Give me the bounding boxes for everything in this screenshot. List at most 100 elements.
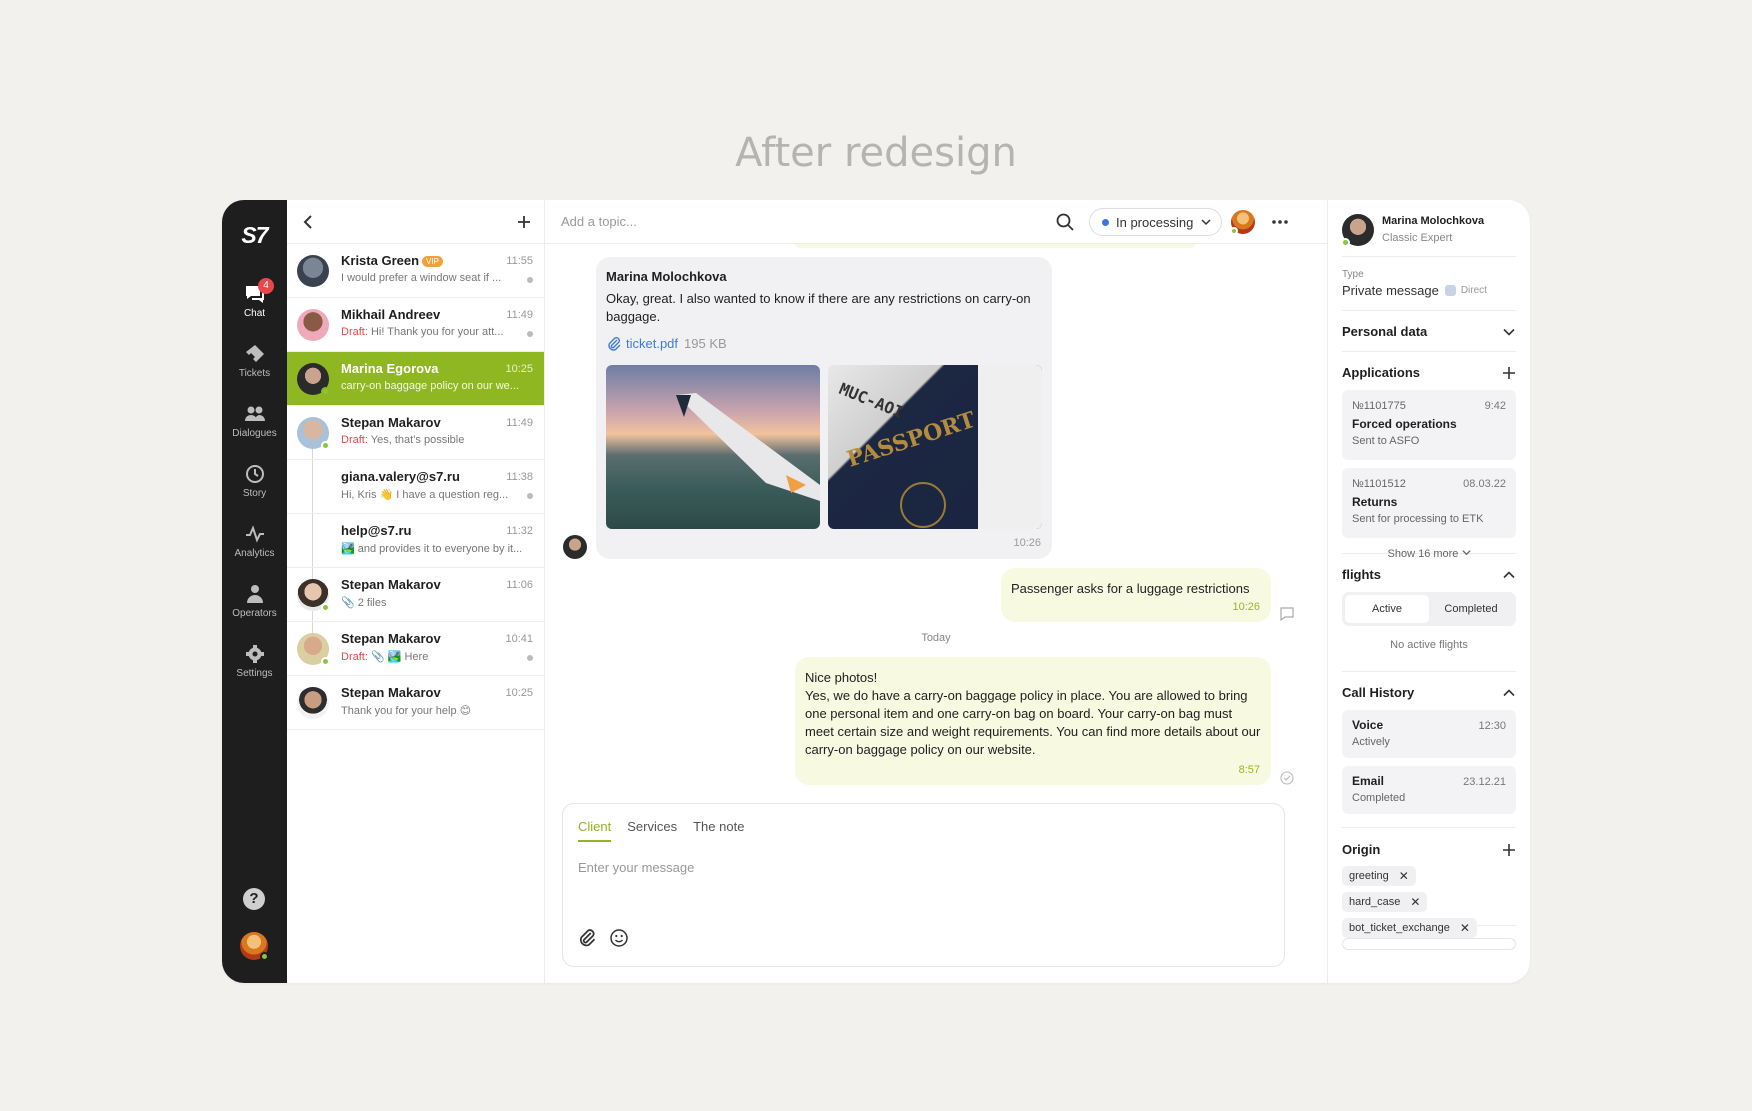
avatar bbox=[297, 363, 330, 396]
nav-item-operators[interactable]: Operators bbox=[222, 584, 287, 619]
flights-toggle: Active Completed bbox=[1342, 592, 1516, 626]
contact-name: Mikhail Andreev bbox=[341, 307, 441, 322]
chevron-down-icon bbox=[1461, 550, 1471, 556]
online-indicator bbox=[321, 603, 330, 612]
chevron-up-icon[interactable] bbox=[1502, 686, 1516, 700]
message-time: 10:25 bbox=[505, 363, 533, 375]
tab-note[interactable]: The note bbox=[693, 819, 744, 842]
section-title: Personal data bbox=[1342, 324, 1428, 339]
tab-client[interactable]: Client bbox=[578, 819, 612, 842]
nav-item-story[interactable]: Story bbox=[222, 464, 287, 499]
application-card[interactable]: №1101775 9:42 Forced operations Sent to … bbox=[1342, 390, 1516, 460]
message-text: Yes, we do have a carry-on baggage polic… bbox=[805, 688, 1261, 757]
contact-avatar bbox=[1341, 214, 1374, 247]
call-status: Actively bbox=[1352, 736, 1390, 748]
nav-item-settings[interactable]: Settings bbox=[222, 644, 287, 679]
contact-header: Marina Molochkova Classic Expert bbox=[1341, 200, 1516, 257]
avatar bbox=[297, 255, 329, 287]
svg-text:PASSPORT: PASSPORT bbox=[844, 407, 979, 473]
file-size: 195 KB bbox=[684, 336, 727, 351]
nav-item-analytics[interactable]: Analytics bbox=[222, 524, 287, 559]
show-more-label: Show 16 more bbox=[1387, 548, 1459, 560]
more-icon[interactable] bbox=[1271, 214, 1289, 230]
conversation-row[interactable]: Stepan Makarov 11:49 Draft: Yes, that’s … bbox=[287, 406, 544, 460]
application-card[interactable]: №1101512 08.03.22 Returns Sent for proce… bbox=[1342, 468, 1516, 538]
emoji-icon[interactable] bbox=[609, 928, 629, 948]
contact-name: Marina Molochkova bbox=[1382, 215, 1485, 227]
paperclip-icon bbox=[608, 337, 621, 351]
internal-note-message: Passenger asks for a luggage restriction… bbox=[1001, 568, 1271, 622]
conversation-row[interactable]: Stepan Makarov 11:06 📎 2 files bbox=[287, 568, 544, 622]
chevron-up-icon[interactable] bbox=[1502, 568, 1516, 582]
airplane-wing-photo[interactable] bbox=[606, 365, 820, 529]
tag-label: greeting bbox=[1349, 870, 1389, 882]
operator-avatar[interactable] bbox=[240, 932, 269, 961]
draft-label: Draft: bbox=[341, 326, 368, 338]
tab-active-flights[interactable]: Active bbox=[1345, 595, 1429, 623]
conversation-row[interactable]: Mikhail Andreev 11:49 Draft: Hi! Thank y… bbox=[287, 298, 544, 352]
sender-avatar bbox=[563, 535, 587, 559]
message-preview: Yes, that’s possible bbox=[367, 434, 465, 446]
topic-input[interactable]: Add a topic... bbox=[561, 214, 637, 229]
call-time: 12:30 bbox=[1478, 720, 1506, 732]
nav-item-tickets[interactable]: Tickets bbox=[222, 344, 287, 379]
page-headline: After redesign bbox=[735, 130, 1017, 176]
online-indicator bbox=[321, 387, 330, 396]
type-value: Private message bbox=[1342, 283, 1439, 298]
personal-data-section[interactable]: Personal data bbox=[1342, 311, 1516, 352]
online-indicator bbox=[1341, 238, 1350, 247]
message-author: Marina Molochkova bbox=[606, 269, 727, 284]
avatar bbox=[297, 687, 329, 719]
customer-panel: Marina Molochkova Classic Expert Type Pr… bbox=[1328, 200, 1530, 983]
section-title: Origin bbox=[1342, 842, 1381, 857]
people-icon bbox=[244, 406, 265, 421]
origin-tag: bot_ticket_exchange ✕ bbox=[1342, 918, 1477, 938]
thread-row[interactable]: help@s7.ru 11:32 🏞️ and provides it to e… bbox=[287, 514, 544, 568]
add-origin-icon[interactable] bbox=[1502, 843, 1516, 857]
conversation-row[interactable]: Stepan Makarov 10:41 Draft: 📎 🏞️ Here bbox=[287, 622, 544, 676]
nav-item-dialogues[interactable]: Dialogues bbox=[222, 404, 287, 439]
avatar bbox=[297, 579, 330, 612]
tab-services[interactable]: Services bbox=[627, 819, 677, 842]
conversation-list: Krista Green VIP 11:55 I would prefer a w… bbox=[287, 200, 545, 983]
chat-panel: Add a topic... In processing Marina Molo… bbox=[545, 200, 1328, 983]
remove-tag-icon[interactable]: ✕ bbox=[1399, 869, 1409, 883]
nav-item-chat[interactable]: 4 Chat bbox=[222, 278, 287, 319]
section-title: Call History bbox=[1342, 685, 1415, 700]
tab-completed-flights[interactable]: Completed bbox=[1429, 595, 1513, 623]
assignee-avatar[interactable] bbox=[1230, 210, 1255, 235]
add-conversation-icon[interactable] bbox=[516, 214, 532, 230]
remove-tag-icon[interactable]: ✕ bbox=[1460, 921, 1470, 935]
thread-row[interactable]: giana.valery@s7.ru 11:38 Hi, Kris 👋 I ha… bbox=[287, 460, 544, 514]
conversation-row[interactable]: Krista Green VIP 11:55 I would prefer a w… bbox=[287, 244, 544, 298]
back-icon[interactable] bbox=[301, 214, 317, 230]
message-time: 11:32 bbox=[506, 525, 533, 537]
call-time: 23.12.21 bbox=[1463, 776, 1506, 788]
passport-photo[interactable]: PASSPORT MUC-AOI bbox=[828, 365, 1042, 529]
message-preview: Thank you for your help 😊 bbox=[341, 705, 472, 717]
type-label: Type bbox=[1342, 269, 1364, 280]
call-card[interactable]: Voice 12:30 Actively bbox=[1342, 710, 1516, 758]
search-icon[interactable] bbox=[1055, 212, 1075, 232]
chevron-down-icon bbox=[1201, 219, 1211, 226]
nav-label-story: Story bbox=[242, 488, 267, 499]
attach-icon[interactable] bbox=[577, 928, 597, 948]
message-time: 10:26 bbox=[1013, 537, 1041, 549]
status-dropdown[interactable]: In processing bbox=[1089, 208, 1223, 236]
app-window: S7 4 Chat Tickets Dialogues Story Analyt… bbox=[222, 200, 1530, 983]
chat-unread-badge: 4 bbox=[258, 278, 274, 294]
file-attachment[interactable]: ticket.pdf 195 KB bbox=[606, 335, 1042, 353]
message-preview: 📎 2 files bbox=[341, 597, 387, 609]
application-status: Sent to ASFO bbox=[1352, 435, 1420, 447]
add-application-icon[interactable] bbox=[1502, 366, 1516, 380]
application-status: Sent for processing to ETK bbox=[1352, 513, 1484, 525]
conversation-row[interactable]: Stepan Makarov 10:25 Thank you for your … bbox=[287, 676, 544, 730]
nav-label-tickets: Tickets bbox=[238, 368, 271, 379]
remove-tag-icon[interactable]: ✕ bbox=[1410, 895, 1420, 909]
note-comment-icon[interactable] bbox=[1280, 607, 1294, 621]
conversation-row-active[interactable]: Marina Egorova 10:25 carry-on baggage po… bbox=[287, 352, 544, 406]
message-input[interactable]: Enter your message bbox=[578, 860, 694, 875]
message-time: 10:41 bbox=[505, 633, 533, 645]
help-button[interactable]: ? bbox=[243, 888, 265, 910]
call-card[interactable]: Email 23.12.21 Completed bbox=[1342, 766, 1516, 814]
